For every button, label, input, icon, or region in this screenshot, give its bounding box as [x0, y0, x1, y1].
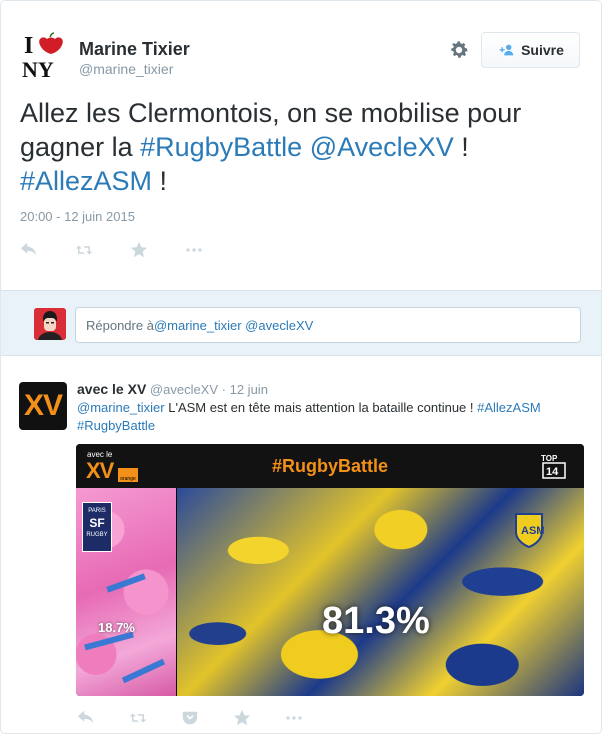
paris-fans-panel: PARIS SF RUGBY 18.7% [76, 488, 176, 696]
svg-text:NY: NY [22, 57, 54, 79]
favorite-icon [233, 709, 251, 726]
retweet-icon [75, 245, 93, 255]
reply-mentions: @marine_tixier @avecleXV [153, 317, 314, 333]
reply-button[interactable] [77, 707, 129, 729]
timestamp[interactable]: 20:00 - 12 juin 2015 [20, 209, 135, 224]
retweet-button[interactable] [129, 707, 181, 729]
tweet-actions [77, 707, 337, 729]
tweet-text-part: ! [453, 132, 469, 162]
author-handle[interactable]: @avecleXV [150, 382, 218, 397]
reply-composer: Répondre à @marine_tixier @avecleXV [1, 290, 601, 356]
more-button[interactable] [185, 239, 240, 261]
retweet-icon [129, 713, 147, 723]
pocket-icon [182, 711, 198, 725]
author-name[interactable]: Marine Tixier [79, 39, 190, 60]
hashtag-link[interactable]: #AllezASM [20, 166, 152, 196]
hashtag-link[interactable]: #AllezASM [477, 400, 541, 415]
tweet-text-part: L'ASM est en tête mais attention la bata… [164, 400, 478, 415]
follow-label: Suivre [521, 42, 564, 58]
pocket-button[interactable] [181, 707, 233, 729]
stade-francais-logo: PARIS SF RUGBY [82, 502, 112, 552]
tweet-media-image[interactable]: avec le XV orange #RugbyBattle TOP 14 PA… [76, 444, 584, 696]
i-love-ny-logo[interactable]: I NY [21, 31, 69, 79]
left-club-name: PARIS [88, 508, 106, 514]
asm-crest-logo: ASM [515, 513, 544, 548]
main-tweet: I NY Marine Tixier @marine_tixier Suivre… [1, 1, 601, 289]
avatar[interactable]: XV [19, 382, 67, 430]
asm-fans-panel: ASM 81.3% [177, 488, 584, 696]
tweet-actions [20, 239, 240, 261]
media-banner: avec le XV orange #RugbyBattle TOP 14 [76, 444, 584, 488]
reply-button[interactable] [20, 239, 75, 261]
reply-prefix: Répondre à [86, 317, 154, 333]
follow-icon [499, 44, 514, 56]
author-name[interactable]: avec le XV [77, 381, 146, 397]
favorite-button[interactable] [130, 239, 185, 261]
tweet-text-part: ! [152, 166, 168, 196]
tweet-date[interactable]: 12 juin [230, 382, 268, 397]
more-icon [286, 716, 302, 720]
reply-input[interactable]: Répondre à @marine_tixier @avecleXV [75, 307, 581, 343]
svg-text:14: 14 [546, 466, 559, 478]
reply-icon [77, 710, 94, 724]
tweet-text-part [302, 132, 310, 162]
hashtag-link[interactable]: #RugbyBattle [140, 132, 302, 162]
mention-link[interactable]: @marine_tixier [77, 400, 165, 415]
right-percent: 81.3% [322, 600, 430, 642]
hashtag-link[interactable]: #RugbyBattle [77, 418, 155, 433]
avatar [34, 308, 66, 340]
left-percent: 18.7% [98, 620, 135, 635]
dot-separator: · [221, 382, 230, 397]
user-avatar-icon [34, 308, 66, 340]
more-icon [186, 248, 202, 252]
media-title: #RugbyBattle [271, 456, 388, 476]
author-handle[interactable]: @marine_tixier [79, 61, 173, 77]
tweet-card: I NY Marine Tixier @marine_tixier Suivre… [0, 0, 602, 734]
favorite-button[interactable] [233, 707, 285, 729]
gear-icon[interactable] [448, 39, 470, 61]
reply-tweet-header: avec le XV @avecleXV · 12 juin [77, 381, 268, 397]
tweet-text: @marine_tixier L'ASM est en tête mais at… [77, 399, 587, 435]
tweet-text: Allez les Clermontois, on se mobilise po… [20, 96, 580, 198]
favorite-icon [130, 241, 148, 258]
avatar-text: XV [23, 389, 63, 422]
top-14-logo: TOP 14 [541, 454, 566, 479]
mention-link[interactable]: @AvecleXV [310, 132, 454, 162]
reply-icon [20, 242, 37, 256]
follow-button[interactable]: Suivre [481, 32, 580, 68]
svg-text:TOP: TOP [541, 454, 558, 463]
retweet-button[interactable] [75, 239, 130, 261]
left-club-sub: RUGBY [86, 532, 108, 538]
more-button[interactable] [285, 707, 337, 729]
svg-text:I: I [24, 33, 33, 59]
svg-text:ASM: ASM [521, 525, 544, 537]
reply-tweet: XV avec le XV @avecleXV · 12 juin @marin… [1, 357, 601, 733]
